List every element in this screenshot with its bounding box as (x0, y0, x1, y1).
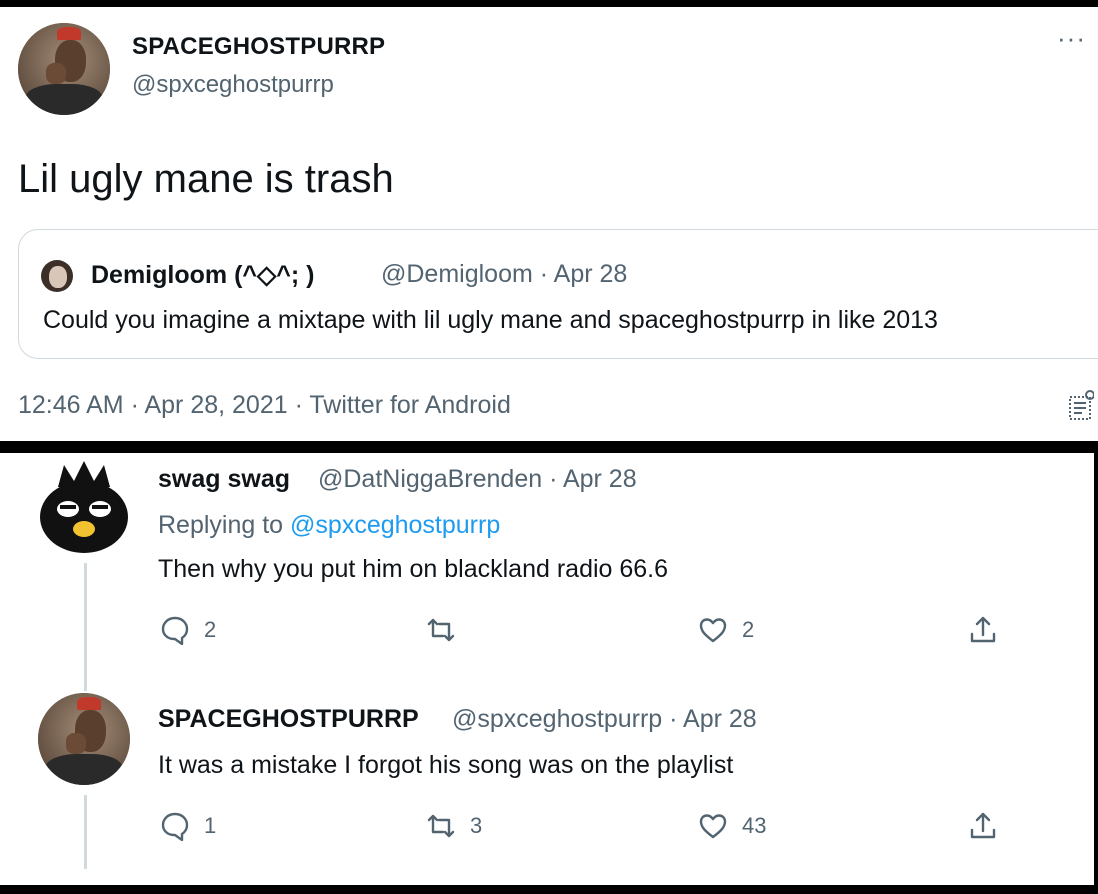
replying-to: Replying to @spxceghostpurrp (158, 511, 500, 540)
reply-handle-date[interactable]: @spxceghostpurrp · Apr 28 (452, 705, 757, 734)
retweet-icon (427, 618, 455, 642)
like-count: 2 (742, 617, 755, 642)
quoted-text: Could you imagine a mixtape with lil ugl… (43, 306, 938, 334)
heart-icon (699, 814, 727, 839)
tweet-text: Lil ugly mane is trash (18, 157, 394, 201)
avatar[interactable] (18, 23, 110, 115)
reply-text: It was a mistake I forgot his song was o… (158, 751, 734, 779)
replies-panel: swag swag @DatNiggaBrenden · Apr 28 Repl… (0, 453, 1094, 885)
avatar[interactable] (38, 693, 130, 785)
reply-icon (161, 616, 189, 645)
reply-icon (161, 812, 189, 841)
retweet-count: 3 (470, 813, 483, 838)
retweet-icon (427, 814, 455, 838)
reply-button[interactable]: 2 (160, 615, 216, 645)
tweet-timestamp[interactable]: 12:46 AM · Apr 28, 2021 · Twitter for An… (18, 391, 511, 420)
replying-to-link[interactable]: @spxceghostpurrp (290, 511, 500, 539)
quoted-author-name: Demigloom (^◇^; ) (91, 261, 315, 289)
retweet-button[interactable] (426, 615, 470, 645)
share-icon (970, 616, 996, 643)
author-name[interactable]: SPACEGHOSTPURRP (132, 33, 385, 61)
reply-count: 1 (204, 813, 217, 838)
reply-author-name[interactable]: swag swag (158, 465, 290, 494)
quoted-handle-date: @Demigloom · Apr 28 (381, 260, 628, 288)
share-button[interactable] (968, 615, 998, 645)
share-button[interactable] (968, 811, 998, 841)
reply-handle-date[interactable]: @DatNiggaBrenden · Apr 28 (318, 465, 637, 494)
thread-line (84, 795, 87, 869)
replying-prefix: Replying to (158, 511, 291, 539)
reply-button[interactable]: 1 (160, 811, 216, 841)
more-dots-icon[interactable]: ··· (1057, 25, 1086, 51)
retweet-button[interactable]: 3 (426, 811, 482, 841)
avatar[interactable] (38, 457, 130, 557)
heart-icon (699, 618, 727, 643)
quoted-avatar (41, 260, 73, 292)
analytics-icon[interactable] (1068, 389, 1094, 423)
quoted-tweet[interactable]: Demigloom (^◇^; ) @Demigloom · Apr 28 Co… (18, 229, 1098, 359)
main-tweet-panel: SPACEGHOSTPURRP @spxceghostpurrp ··· Lil… (0, 7, 1098, 441)
reply-author-name[interactable]: SPACEGHOSTPURRP (158, 705, 419, 734)
like-button[interactable]: 43 (698, 811, 766, 841)
badtz-maru-icon (40, 461, 128, 553)
reply-text: Then why you put him on blackland radio … (158, 555, 669, 583)
like-count: 43 (742, 813, 767, 838)
thread-line (84, 563, 87, 691)
like-button[interactable]: 2 (698, 615, 754, 645)
share-icon (970, 812, 996, 839)
reply-count: 2 (204, 617, 217, 642)
author-handle[interactable]: @spxceghostpurrp (132, 71, 334, 99)
